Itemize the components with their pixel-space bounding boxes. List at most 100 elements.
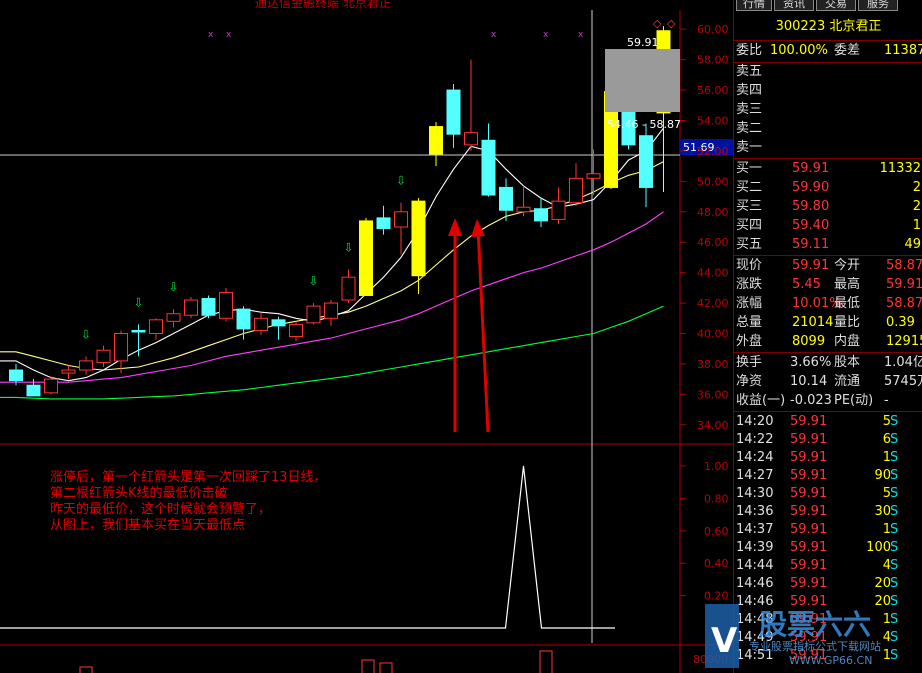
tab-trade[interactable]: 交易 [816,0,856,11]
divider [734,255,922,256]
candle [61,365,76,380]
tab-service[interactable]: 服务 [858,0,898,11]
candle [166,309,181,328]
tab-news[interactable]: 资讯 [774,0,814,11]
candle-body [534,208,548,222]
tick-price: 59.91 [790,486,828,501]
tab-market[interactable]: 行情 [736,0,772,11]
tick-volume: 30 [874,504,891,519]
tick-side: S [890,558,899,573]
tick-row[interactable]: 14:39 59.91 100 S [734,539,922,557]
candle-body [394,211,408,228]
fund-value: 3.66% [790,355,832,370]
stat-value: 5.45 [792,277,821,292]
fund-value: 1.04亿 [884,355,922,370]
candle-body [324,302,338,319]
tick-price: 59.91 [790,576,828,591]
fund-value: -0.023 [790,393,832,408]
tick-row[interactable]: 14:46 59.91 20 S [734,575,922,593]
candle [359,217,373,296]
fund-label: 股本 [834,355,861,370]
red-arrow-1-head [448,218,462,236]
tick-row[interactable]: 14:44 59.91 4 S [734,557,922,575]
tick-row[interactable]: 14:37 59.91 1 S [734,521,922,539]
stat-value: 59.91 [792,258,830,273]
panel-tabs: 行情 资讯 交易 服务 [734,0,922,12]
stat-value: 59.91 [886,277,922,292]
bid-price: 59.11 [792,237,830,252]
tick-side: S [890,576,899,591]
top-marker: x [543,30,549,40]
candle [499,178,513,221]
tick-row[interactable]: 14:24 59.91 1 S [734,449,922,467]
tick-row[interactable]: 14:30 59.91 5 S [734,485,922,503]
tick-row[interactable]: 14:27 59.91 90 S [734,467,922,485]
candle [96,345,111,367]
bid-label: 买三 [736,199,763,214]
volume-bar [79,666,93,673]
tick-price: 59.91 [790,432,828,447]
price-axis-label: 50.00 [697,175,729,188]
bid-row: 买五 59.11 49 [734,236,922,254]
tick-time: 14:36 [736,504,774,519]
tick-price: 59.91 [790,468,828,483]
bid-row: 买三 59.80 2 [734,198,922,216]
candle-body [149,319,163,334]
watermark-url: WWW.GP66.CN [789,654,872,667]
bid-price: 59.80 [792,199,830,214]
stat-value: 12915 [886,334,922,349]
candle [184,296,198,319]
candle [114,330,128,374]
candle [254,312,268,336]
wei-cha-value: 11387 [884,43,922,58]
ask-label: 卖一 [736,140,763,155]
candle-body [464,132,478,146]
candle [219,287,233,322]
tick-row[interactable]: 14:22 59.91 6 S [734,431,922,449]
candle [149,318,163,340]
wei-cha-label: 委差 [834,43,861,58]
tick-time: 14:39 [736,540,774,555]
candle [534,198,548,227]
candle [44,376,58,395]
candle-body [429,126,443,155]
price-axis-label: 54.00 [697,115,729,128]
tick-side: S [890,486,899,501]
candle-body [236,308,251,330]
kline-chart[interactable]: 51.69 60.0058.0056.0054.0052.0050.0048.0… [0,10,733,673]
down-arrow-icon: ⇩ [344,241,354,255]
tick-side: S [890,522,899,537]
candle [429,122,443,167]
candle-body [551,200,566,220]
annotation-text: 涨停后，第一个红箭头是第一次回踩了13日线， 第二根红箭头K线的最低价击破 昨天… [50,469,327,533]
tick-price: 59.91 [790,450,828,465]
stat-row: 外盘 8099 内盘 12915 [734,333,922,351]
bid-label: 买四 [736,218,763,233]
tick-time: 14:44 [736,558,774,573]
range-label: 54.46 - 58.87 [607,118,681,131]
stat-value: 8099 [792,334,826,349]
stat-value: 58.87 [886,258,922,273]
bid-label: 买五 [736,237,763,252]
indicator-axis-label: 0.40 [704,557,729,570]
fund-label: 换手 [736,355,763,370]
stat-row: 总量 21014 量比 0.39 [734,314,922,332]
tick-row[interactable]: 14:20 59.91 5 S [734,413,922,431]
ask-label: 卖四 [736,83,763,98]
candle-body [166,313,181,322]
candle [201,295,216,319]
stock-header: 300223 北京君正 [734,14,922,41]
tick-row[interactable]: 14:36 59.91 30 S [734,503,922,521]
down-arrow-icon: ⇩ [169,280,179,294]
window-title-bar: 通达信金融终端 北京君正 [0,0,733,10]
bid-volume: 11332 [879,161,921,176]
candle [131,324,146,357]
candle [306,303,321,325]
stat-row: 涨跌 5.45 最高 59.91 [734,276,922,294]
tick-price: 59.91 [790,558,828,573]
candle [639,123,653,208]
candle [446,83,461,148]
candle-body [184,299,198,316]
down-arrow-icon: ⇩ [134,295,144,309]
diamond-icon: ◇ [653,17,662,30]
